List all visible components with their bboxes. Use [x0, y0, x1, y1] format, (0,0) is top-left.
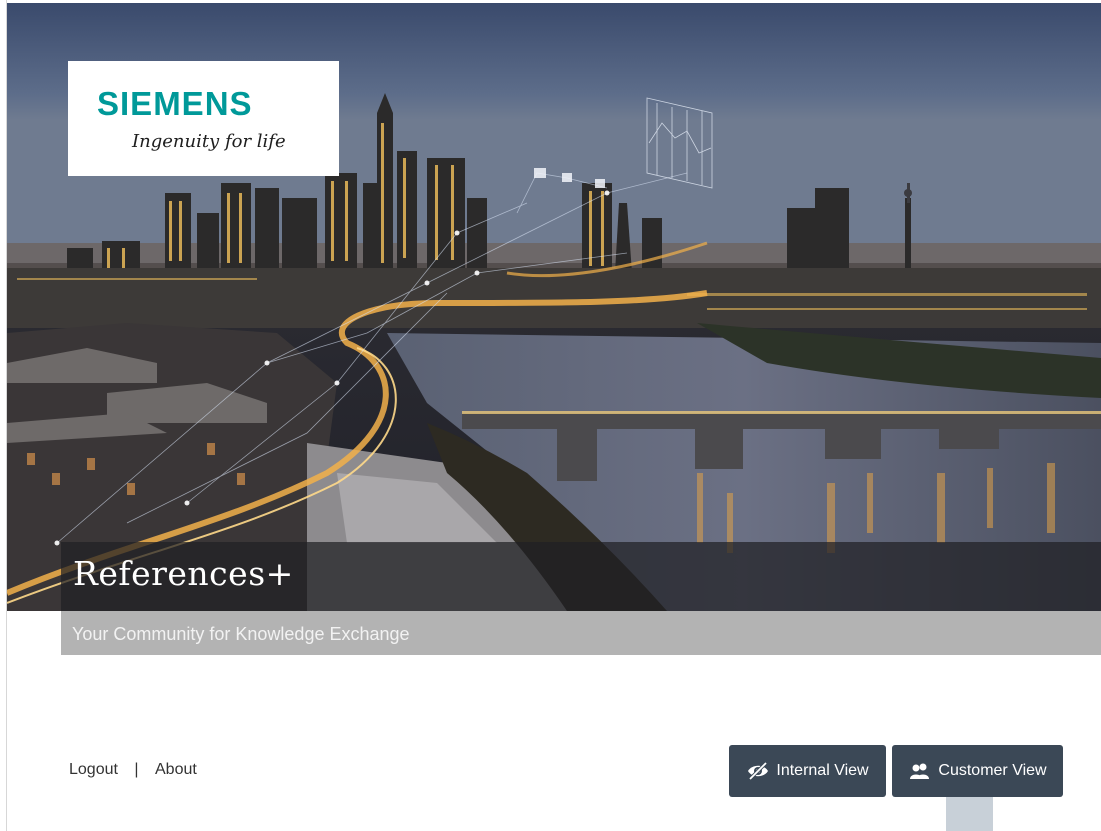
- siemens-logo: SIEMENS Ingenuity for life: [68, 61, 339, 176]
- hero-title-band: References+: [61, 542, 1101, 611]
- logo-tagline: Ingenuity for life: [132, 131, 286, 152]
- hero-image: SIEMENS Ingenuity for life: [7, 3, 1101, 611]
- about-link[interactable]: About: [155, 761, 197, 779]
- logo-brand-text: SIEMENS: [97, 85, 253, 122]
- hero-subtitle-band: Your Community for Knowledge Exchange: [61, 611, 1101, 655]
- selected-view-indicator: [946, 797, 993, 831]
- users-icon: [910, 763, 930, 779]
- app-subtitle: Your Community for Knowledge Exchange: [72, 624, 410, 644]
- customer-view-button[interactable]: Customer View: [892, 745, 1063, 797]
- eye-slash-icon: [748, 762, 769, 780]
- link-separator: |: [134, 761, 139, 778]
- footer-links: Logout | About: [69, 761, 197, 779]
- logout-link[interactable]: Logout: [69, 761, 118, 779]
- internal-view-label: Internal View: [776, 762, 869, 779]
- internal-view-button[interactable]: Internal View: [729, 745, 886, 797]
- app-title: References+: [73, 554, 294, 593]
- customer-view-label: Customer View: [938, 762, 1047, 779]
